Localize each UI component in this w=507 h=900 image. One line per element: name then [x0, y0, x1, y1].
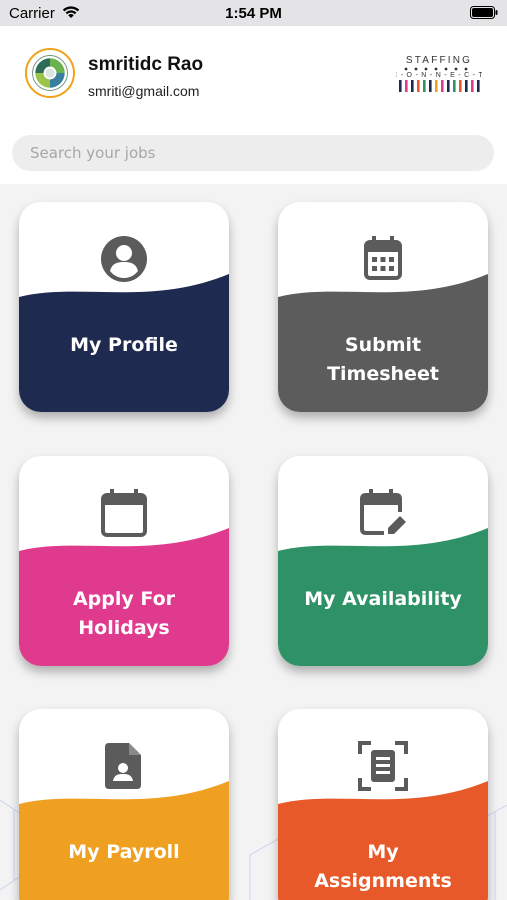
calendar-blank-icon [101, 489, 147, 537]
tile-label-line1: My [367, 841, 399, 863]
my-assignments-tile[interactable]: My Assignments [278, 709, 488, 900]
document-scan-icon [358, 741, 408, 791]
my-profile-tile[interactable]: My Profile [19, 202, 229, 412]
calendar-grid-icon [364, 236, 402, 280]
tile-label-line2: Assignments [314, 870, 452, 892]
tile-label-line1: Apply For [72, 588, 176, 610]
svg-text:-C-O-N-N-E-C-T-: -C-O-N-N-E-C-T- [396, 72, 482, 79]
tile-label-line1: Submit [344, 334, 422, 356]
payroll-document-icon [105, 743, 141, 789]
tile-label: My Assignments [288, 838, 478, 896]
my-payroll-tile[interactable]: My Payroll [19, 709, 229, 900]
tile-wave [19, 781, 229, 900]
svg-text:STAFFING: STAFFING [406, 55, 472, 66]
avatar[interactable] [25, 48, 75, 98]
search-input[interactable] [12, 135, 494, 171]
tile-label-line1: My Payroll [68, 841, 180, 863]
my-availability-tile[interactable]: My Availability [278, 456, 488, 666]
user-name: smritidc Rao [88, 54, 204, 75]
tile-label-line2: Timesheet [327, 363, 439, 385]
calendar-edit-icon [360, 489, 406, 535]
tile-label-line1: My Profile [70, 334, 178, 356]
user-email: smriti@gmail.com [88, 83, 200, 99]
tile-label-line1: My Availability [304, 588, 462, 610]
tile-label-line2: Holidays [78, 617, 170, 639]
battery-icon [470, 6, 498, 19]
tile-label: My Profile [29, 331, 219, 360]
tile-label: Submit Timesheet [288, 331, 478, 389]
tile-label: My Payroll [29, 838, 219, 867]
apply-for-holidays-tile[interactable]: Apply For Holidays [19, 456, 229, 666]
tile-label: My Availability [288, 585, 478, 614]
account-circle-icon [101, 236, 147, 282]
clock-label: 1:54 PM [225, 5, 282, 22]
profile-header: smritidc Rao smriti@gmail.com STAFFING -… [0, 26, 507, 184]
status-bar: Carrier 1:54 PM [0, 0, 507, 26]
tile-label: Apply For Holidays [29, 585, 219, 643]
staffing-connect-logo: STAFFING -C-O-N-N-E-C-T- [396, 55, 482, 92]
submit-timesheet-tile[interactable]: Submit Timesheet [278, 202, 488, 412]
